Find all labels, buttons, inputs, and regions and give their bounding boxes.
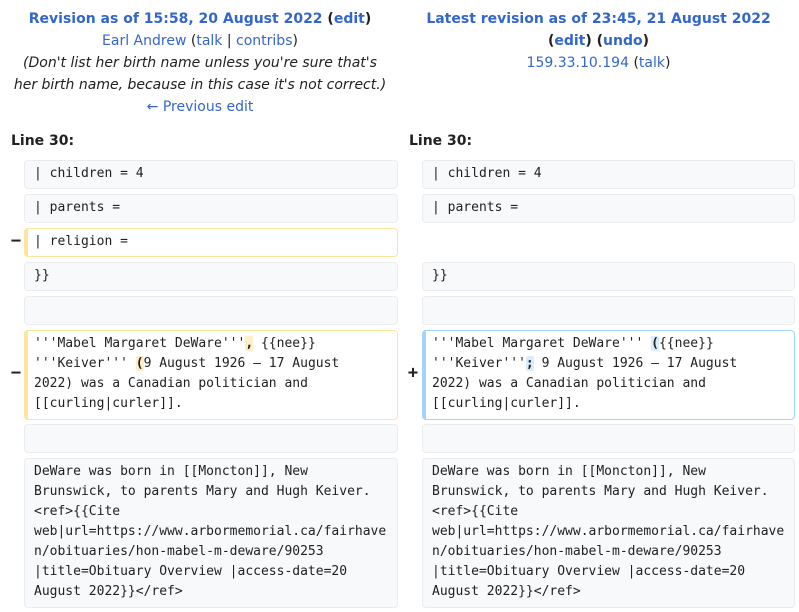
deletion-marker: − (10, 363, 22, 383)
text-segment: '''Mabel Margaret DeWare''' (34, 336, 246, 351)
empty-context-line-right (422, 296, 795, 325)
right-user-link[interactable]: 159.33.10.194 (527, 55, 629, 71)
deleted-text: ( (135, 356, 144, 371)
right-user-paren-close: ) (664, 55, 671, 71)
empty-context-line-left (24, 424, 398, 453)
right-undo-link[interactable]: undo (603, 33, 643, 49)
context-line-right: | parents = (422, 194, 795, 223)
deleted-paragraph: '''Mabel Margaret DeWare''', {{nee}} '''… (24, 330, 398, 420)
added-text: ; (525, 356, 534, 371)
line-number-left: Line 30: (11, 133, 75, 149)
added-paragraph: '''Mabel Margaret DeWare''' ({{nee}} '''… (422, 330, 795, 420)
context-line-right: | children = 4 (422, 160, 795, 189)
left-paren-close: ) (364, 11, 372, 27)
deletion-marker: − (10, 231, 22, 251)
deleted-line: | religion = (24, 228, 398, 257)
left-user-link[interactable]: Earl Andrew (102, 33, 186, 49)
right-talk-link[interactable]: talk (639, 55, 665, 71)
left-user-paren-close: ) (292, 33, 298, 49)
line-number-right: Line 30: (409, 133, 473, 149)
edit-summary-line-1: (Don't list her birth name unless you're… (23, 55, 377, 71)
right-revision-title-link[interactable]: Latest revision as of 23:45, 21 August 2… (426, 11, 770, 27)
left-contribs-link[interactable]: contribs (236, 33, 292, 49)
empty-context-line-right (422, 424, 795, 453)
right-paren-3: ) (642, 33, 650, 49)
left-talk-link[interactable]: talk (196, 33, 222, 49)
addition-marker: + (407, 363, 419, 383)
context-line-right: }} (422, 262, 795, 291)
context-paragraph-left: DeWare was born in [[Moncton]], New Brun… (24, 458, 398, 608)
right-paren-2: ) ( (585, 33, 604, 49)
deleted-text: , (245, 336, 254, 351)
edit-summary-line-2: her birth name, because in this case it'… (13, 77, 387, 93)
context-line-left: | parents = (24, 194, 398, 223)
context-paragraph-right: DeWare was born in [[Moncton]], New Brun… (422, 458, 795, 608)
left-revision-header: Revision as of 15:58, 20 August 2022 (ed… (4, 8, 396, 118)
left-revision-title-link[interactable]: Revision as of 15:58, 20 August 2022 (29, 11, 323, 27)
context-line-left: | children = 4 (24, 160, 398, 189)
right-revision-header: Latest revision as of 23:45, 21 August 2… (400, 8, 797, 74)
previous-edit-link[interactable]: ← Previous edit (147, 99, 254, 115)
text-segment: '''Mabel Margaret DeWare''' (432, 336, 652, 351)
context-line-left: }} (24, 262, 398, 291)
left-edit-link[interactable]: edit (334, 11, 365, 27)
empty-context-line-left (24, 296, 398, 325)
right-edit-link[interactable]: edit (554, 33, 585, 49)
added-text: ( (651, 336, 659, 351)
